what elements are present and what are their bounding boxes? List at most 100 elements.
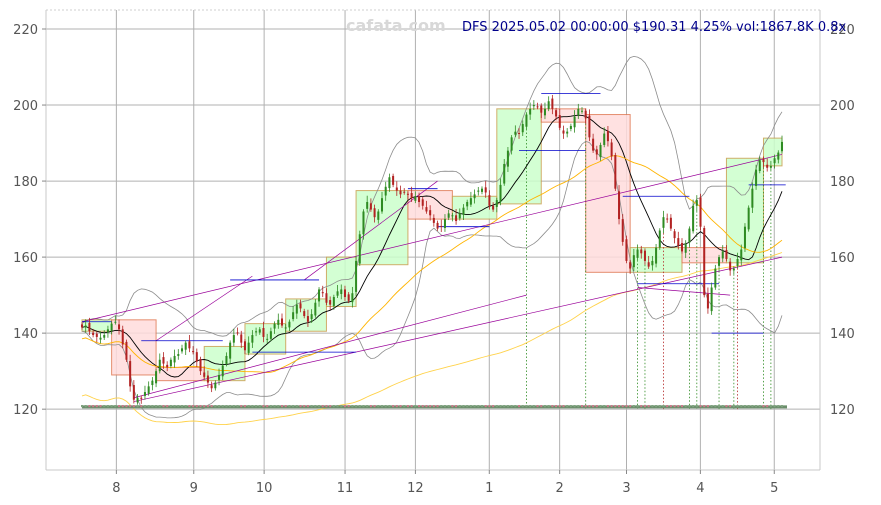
candle-up (414, 196, 417, 201)
volume-bar (714, 404, 717, 408)
volume-bar (81, 404, 83, 408)
trend-box-down (155, 366, 205, 382)
candle-down (673, 231, 676, 239)
volume-bar (221, 404, 224, 408)
volume-bar (158, 404, 161, 408)
volume-bar (455, 404, 458, 408)
channel-line (637, 287, 731, 296)
volume-bar (658, 404, 661, 408)
trend-box-up (244, 323, 287, 355)
volume-bar (269, 404, 272, 408)
candle-up (214, 382, 217, 389)
volume-bar (229, 404, 232, 408)
candle-up (458, 213, 461, 219)
volume-bar (162, 404, 165, 408)
volume-bar (395, 404, 398, 408)
volume-bar (425, 404, 428, 408)
volume-bar (458, 404, 461, 408)
price-chart: 120 140 160 180 200 220 120 140 160 180 200 220 8 9… (13, 9, 855, 496)
candle-down (558, 115, 561, 128)
volume-bar (103, 404, 106, 408)
candle-up (110, 323, 113, 331)
volume-bar (155, 404, 158, 408)
candle-down (610, 142, 613, 157)
candle-up (758, 160, 761, 171)
volume-bar (332, 404, 335, 408)
candle-down (440, 225, 443, 227)
channel-line (133, 256, 783, 402)
candle-down (592, 138, 595, 151)
volume-bar (729, 404, 732, 408)
volume-bar (640, 404, 643, 408)
volume-bar (195, 404, 198, 408)
volume-bar (169, 404, 172, 408)
candle-down (625, 239, 628, 261)
volume-bar (210, 404, 213, 408)
candle-down (584, 110, 587, 119)
volume-bar (277, 404, 280, 408)
volume-bar (362, 404, 365, 408)
volume-bar (129, 404, 132, 408)
volume-bar (347, 404, 350, 408)
volume-bar (384, 404, 387, 408)
y-tick-label-right: 200 (830, 99, 855, 114)
candle-up (462, 207, 465, 215)
volume-bar (706, 404, 709, 408)
volume-bar (432, 404, 435, 408)
volume-bar (125, 404, 128, 408)
candle-up (473, 194, 476, 199)
volume-bar (488, 404, 491, 408)
volume-bar (573, 404, 576, 408)
volume-bar (466, 404, 469, 408)
volume-bar (506, 404, 509, 408)
candle-up (277, 319, 280, 325)
candle-down (162, 357, 165, 364)
candle-down (399, 190, 402, 195)
candle-down (403, 191, 406, 193)
candle-up (355, 260, 358, 292)
candle-down (588, 115, 591, 138)
candle-up (777, 152, 780, 160)
volume-bar (462, 404, 465, 408)
volume-bar (258, 404, 261, 408)
candle-down (243, 341, 246, 351)
candle-up (740, 249, 743, 261)
y-tick-label-right: 120 (830, 403, 855, 418)
channel-line (81, 154, 783, 323)
volume-bar (218, 404, 221, 408)
volume-bar (373, 404, 376, 408)
candle-up (718, 257, 721, 266)
volume-bar (273, 404, 276, 408)
candle-down (551, 98, 554, 109)
candle-up (603, 133, 606, 145)
volume-bar (503, 404, 506, 408)
volume-bar (629, 404, 632, 408)
candle-down (536, 106, 539, 108)
candle-down (555, 110, 558, 117)
candle-up (136, 397, 139, 403)
candle-down (88, 322, 91, 332)
candle-up (577, 108, 580, 116)
volume-bar (755, 404, 758, 408)
candle-up (743, 226, 746, 249)
volume-bar (581, 404, 583, 408)
candle-down (392, 175, 395, 185)
volume-bar (436, 404, 439, 408)
candle-down (199, 358, 202, 372)
candle-up (547, 101, 550, 109)
volume-bar (369, 404, 372, 408)
volume-bar (440, 404, 443, 408)
volume-bar (677, 404, 680, 408)
candle-down (240, 334, 243, 343)
candle-down (618, 191, 621, 220)
candle-up (284, 327, 287, 329)
volume-bar (132, 404, 135, 408)
candle-up (477, 190, 480, 192)
candle-down (329, 300, 332, 305)
x-tick-label: 4 (696, 481, 704, 496)
volume-bar (166, 404, 169, 408)
candle-up (662, 217, 665, 228)
volume-bar (543, 404, 546, 408)
candle-down (188, 341, 191, 349)
volume-bar (203, 404, 206, 408)
